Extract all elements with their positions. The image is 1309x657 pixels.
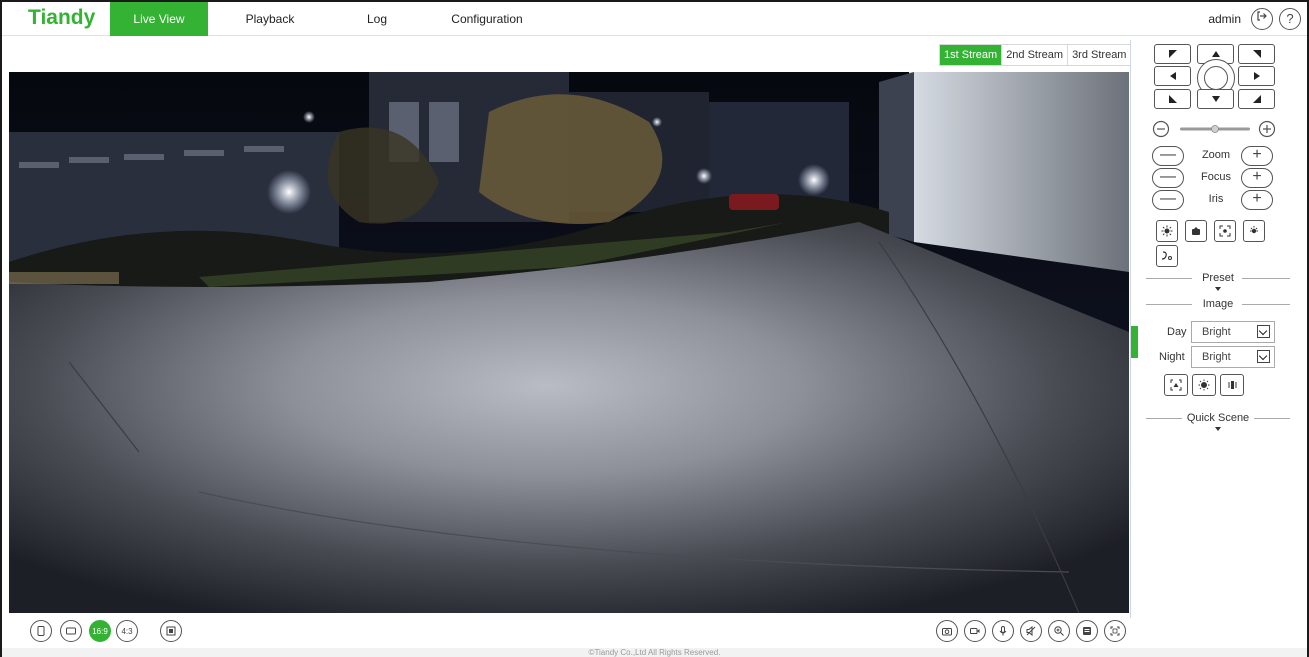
focus-label: Focus: [1201, 171, 1231, 183]
tab-3rd-stream[interactable]: 3rd Stream: [1068, 45, 1131, 65]
tab-1st-stream[interactable]: 1st Stream: [940, 45, 1003, 65]
video-toolbar: 16:9 4:3: [2, 614, 1129, 648]
snapshot-icon[interactable]: [936, 620, 958, 642]
auto-focus-icon[interactable]: [1214, 220, 1236, 242]
quick-scene-expand-icon[interactable]: [1215, 427, 1221, 431]
backlight-icon[interactable]: [1220, 374, 1244, 396]
image-section-header[interactable]: Image: [1144, 296, 1292, 312]
digital-zoom-icon[interactable]: [1048, 620, 1070, 642]
top-bar: Tiandy Live View Playback Log Configurat…: [2, 2, 1307, 36]
help-icon[interactable]: ?: [1279, 8, 1301, 30]
ptz-up-right-button[interactable]: [1238, 44, 1275, 64]
preset-section-header[interactable]: Preset: [1144, 270, 1292, 291]
ptz-right-button[interactable]: [1238, 66, 1275, 86]
zoom-in-button[interactable]: +: [1241, 146, 1273, 166]
iris-label: Iris: [1208, 193, 1224, 205]
quick-scene-section-header[interactable]: Quick Scene: [1144, 410, 1292, 431]
fit-window-icon[interactable]: [60, 620, 82, 642]
ir-icon[interactable]: [1156, 245, 1178, 267]
ptz-down-button[interactable]: [1197, 89, 1234, 109]
panel-collapse-handle[interactable]: [1131, 326, 1138, 358]
chevron-down-icon[interactable]: [1257, 325, 1270, 338]
night-mode-select[interactable]: Bright: [1191, 346, 1275, 368]
main-nav: Live View Playback Log Configuration: [110, 2, 552, 36]
lamp-icon[interactable]: [1243, 220, 1265, 242]
live-video-feed[interactable]: [9, 72, 1129, 613]
noise-reduction-icon[interactable]: [1192, 374, 1216, 396]
focus-near-button[interactable]: —: [1152, 168, 1184, 188]
brand-logo: Tiandy: [28, 6, 96, 29]
ptz-left-button[interactable]: [1154, 66, 1191, 86]
mute-icon[interactable]: [1020, 620, 1042, 642]
camera-image: [9, 72, 1129, 613]
nav-log[interactable]: Log: [332, 2, 422, 36]
iris-close-button[interactable]: —: [1152, 190, 1184, 210]
nav-live-view[interactable]: Live View: [110, 2, 208, 36]
nav-playback[interactable]: Playback: [208, 2, 332, 36]
ptz-down-left-button[interactable]: [1154, 89, 1191, 109]
nav-configuration[interactable]: Configuration: [422, 2, 552, 36]
ratio-16-9-icon[interactable]: 16:9: [89, 620, 111, 642]
ptz-up-left-button[interactable]: [1154, 44, 1191, 64]
preset-expand-icon[interactable]: [1215, 287, 1221, 291]
original-size-icon[interactable]: [160, 620, 182, 642]
day-mode-value: Bright: [1202, 326, 1231, 338]
ptz-down-right-button[interactable]: [1238, 89, 1275, 109]
ptz-speed-slider[interactable]: [1152, 120, 1277, 138]
tab-2nd-stream[interactable]: 2nd Stream: [1002, 45, 1069, 65]
night-label: Night: [1159, 351, 1185, 363]
night-mode-value: Bright: [1202, 351, 1231, 363]
wdr-icon[interactable]: [1164, 374, 1188, 396]
username-label: admin: [1208, 12, 1241, 26]
ratio-4-3-icon[interactable]: 4:3: [116, 620, 138, 642]
stream-tabs: 1st Stream 2nd Stream 3rd Stream: [939, 44, 1132, 66]
iris-open-button[interactable]: +: [1241, 190, 1273, 210]
zoom-out-button[interactable]: —: [1152, 146, 1184, 166]
copyright-footer: ©Tiandy Co.,Ltd All Rights Reserved.: [2, 648, 1307, 657]
light-icon[interactable]: [1156, 220, 1178, 242]
day-label: Day: [1167, 326, 1187, 338]
microphone-icon[interactable]: [992, 620, 1014, 642]
chevron-down-icon[interactable]: [1257, 350, 1270, 363]
record-icon[interactable]: [964, 620, 986, 642]
fullscreen-icon[interactable]: [1104, 620, 1126, 642]
logout-icon[interactable]: [1251, 8, 1273, 30]
zoom-label: Zoom: [1201, 149, 1231, 161]
day-mode-select[interactable]: Bright: [1191, 321, 1275, 343]
focus-far-button[interactable]: +: [1241, 168, 1273, 188]
wiper-icon[interactable]: [1185, 220, 1207, 242]
rotate-view-icon[interactable]: [30, 620, 52, 642]
capture-list-icon[interactable]: [1076, 620, 1098, 642]
